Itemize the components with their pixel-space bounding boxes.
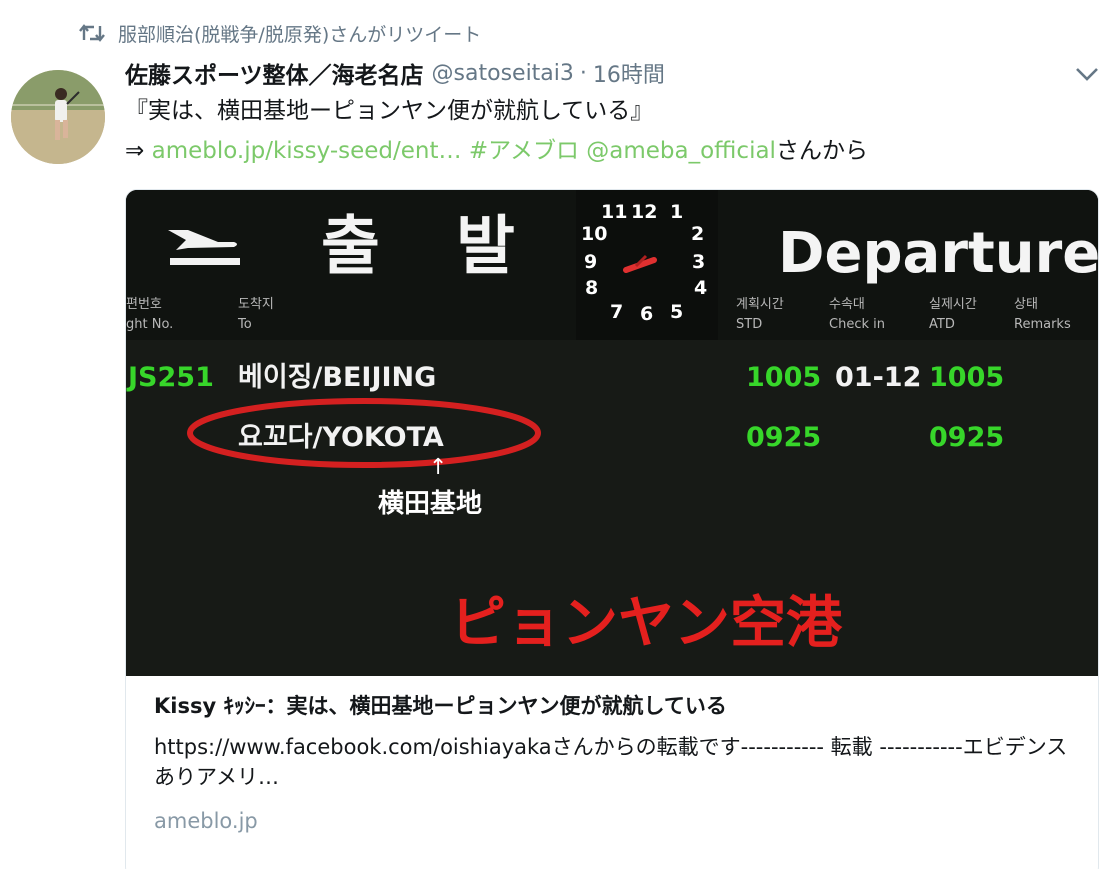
column-header-en: STD [736, 317, 762, 332]
clock-number: 3 [692, 251, 705, 273]
row-checkin: 01-12 [835, 362, 921, 393]
row-atd: 0925 [929, 422, 1004, 453]
clock-number: 12 [631, 201, 657, 223]
column-header-en: Check in [829, 317, 885, 332]
row-std: 1005 [746, 362, 821, 393]
card-body: Kissy ｷｯｼｰ：実は、横田基地ーピョンヤン便が就航している https:/… [126, 676, 1098, 838]
card-domain: ameblo.jp [154, 809, 258, 833]
retweet-label[interactable]: 服部順治(脱戦争/脱原発)さんがリツイート [118, 20, 481, 47]
departure-label: Departure [778, 221, 1099, 286]
chevron-down-icon[interactable] [1074, 65, 1100, 83]
column-header-en: Remarks [1014, 317, 1071, 332]
card-description: https://www.facebook.com/oishiayakaさんからの… [154, 735, 1068, 789]
clock-number: 4 [694, 277, 707, 299]
column-header-kr: 실제시간 [929, 297, 977, 312]
annotation-arrow: ↑ [429, 455, 447, 480]
arrow-symbol: ⇒ [125, 138, 145, 164]
hangul-depart-2: 발 [456, 210, 515, 284]
avatar-photo [11, 70, 105, 164]
column-header-kr: 수속대 [829, 297, 865, 312]
clock-icon: 11 12 1 10 2 9 3 8 4 7 6 5 [576, 190, 718, 340]
retweet-icon [79, 24, 105, 42]
tweet-link[interactable]: ameblo.jp/kissy-seed/ent… [152, 138, 462, 164]
hashtag-link[interactable]: #アメブロ [469, 138, 579, 164]
column-header-kr: 도착지 [238, 297, 274, 312]
clock-number: 5 [670, 301, 683, 323]
separator: · [579, 60, 587, 86]
clock-number: 8 [585, 277, 598, 299]
clock-number: 2 [691, 223, 704, 245]
tweet-text-line2: ⇒ ameblo.jp/kissy-seed/ent… #アメブロ @ameba… [125, 131, 1100, 171]
clock-number: 10 [581, 223, 607, 245]
author-handle[interactable]: @satoseitai3 [432, 61, 574, 86]
departure-board-photo: 출 발 11 12 1 10 2 9 3 8 4 7 6 5 Departure… [126, 190, 1099, 676]
row-destination: 요꼬다/YOKOTA [238, 422, 444, 453]
avatar[interactable] [11, 70, 105, 164]
mention-link[interactable]: @ameba_official [586, 138, 776, 164]
author-name[interactable]: 佐藤スポーツ整体／海老名店 [125, 56, 424, 90]
caption-airport: ピョンヤン空港 [450, 591, 843, 656]
tweet: 佐藤スポーツ整体／海老名店 @satoseitai3 · 16時間 『実は、横田… [125, 55, 1100, 171]
column-header-en: To [237, 317, 252, 332]
clock-number: 9 [584, 251, 597, 273]
clock-number: 1 [670, 201, 683, 223]
column-header-kr: 상태 [1014, 297, 1038, 312]
row-destination: 베이징/BEIJING [238, 362, 436, 393]
row-flight: JS251 [126, 362, 214, 393]
retweet-context: 服部順治(脱戦争/脱原発)さんがリツイート [78, 18, 481, 48]
row-std: 0925 [746, 422, 821, 453]
column-header-en: ght No. [126, 317, 173, 332]
column-header-en: ATD [929, 317, 955, 332]
tweet-header: 佐藤スポーツ整体／海老名店 @satoseitai3 · 16時間 [125, 55, 1100, 91]
clock-number: 11 [601, 201, 627, 223]
row-atd: 1005 [929, 362, 1004, 393]
suffix-text: さんから [775, 138, 868, 164]
card-title: Kissy ｷｯｼｰ：実は、横田基地ーピョンヤン便が就航している [154, 694, 727, 718]
clock-number: 6 [640, 303, 653, 325]
annotation-label: 横田基地 [378, 489, 482, 519]
timestamp[interactable]: 16時間 [593, 57, 665, 89]
clock-number: 7 [610, 301, 623, 323]
column-header-kr: 편번호 [126, 297, 162, 312]
tweet-text-line1: 『実は、横田基地ーピョンヤン便が就航している』 [125, 98, 654, 124]
column-header-kr: 계획시간 [736, 297, 784, 312]
hangul-depart-1: 출 [321, 210, 380, 284]
card-image[interactable]: 출 발 11 12 1 10 2 9 3 8 4 7 6 5 Departure… [126, 190, 1099, 676]
link-card[interactable]: 출 발 11 12 1 10 2 9 3 8 4 7 6 5 Departure… [125, 189, 1099, 869]
